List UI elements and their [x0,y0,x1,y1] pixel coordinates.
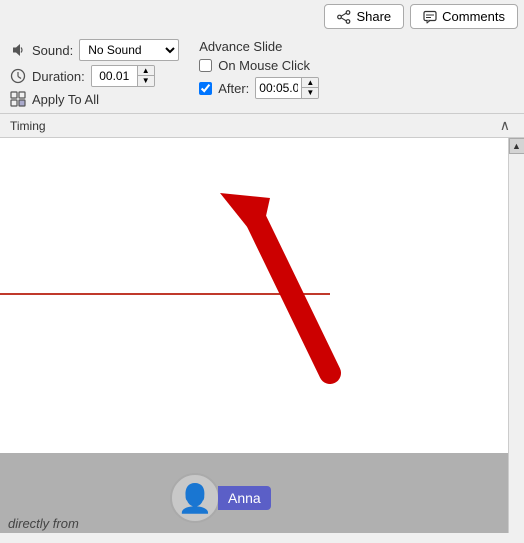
sound-select[interactable]: No Sound [79,39,179,61]
user-avatar: 👤 [170,473,220,523]
slide-scrollbar: ▲ [508,138,524,533]
comments-label: Comments [442,9,505,24]
duration-spinner[interactable]: 00.01 ▲ ▼ [91,65,155,87]
duration-input[interactable]: 00.01 [92,66,137,86]
duration-row: Duration: 00.01 ▲ ▼ [10,65,179,87]
share-button[interactable]: Share [324,4,404,29]
user-bubble: 👤 Anna [170,473,271,523]
timing-panel: Sound: No Sound Duration: 00.01 ▲ ▼ [0,33,524,107]
after-arrows: ▲ ▼ [301,78,318,98]
sound-row: Sound: No Sound [10,39,179,61]
left-controls: Sound: No Sound Duration: 00.01 ▲ ▼ [10,39,179,107]
share-bar: Share Comments [0,0,524,33]
on-mouse-click-row: On Mouse Click [199,58,319,73]
right-controls: Advance Slide On Mouse Click After: 00:0… [199,39,319,99]
duration-up-arrow[interactable]: ▲ [138,66,154,76]
duration-label: Duration: [32,69,85,84]
user-avatar-icon: 👤 [178,482,213,515]
after-spinner[interactable]: 00:05.00 ▲ ▼ [255,77,319,99]
slide-canvas: directly from 👤 Anna [0,138,508,533]
share-icon [337,10,351,24]
comments-button[interactable]: Comments [410,4,518,29]
sound-label: Sound: [32,43,73,58]
after-down-arrow[interactable]: ▼ [302,88,318,98]
duration-down-arrow[interactable]: ▼ [138,76,154,86]
on-mouse-click-checkbox[interactable] [199,59,212,72]
bottom-text: directly from [0,516,79,531]
after-up-arrow[interactable]: ▲ [302,78,318,88]
apply-label: Apply To All [32,92,99,107]
slide-area: directly from 👤 Anna ▲ [0,138,524,533]
red-line [0,293,330,295]
timing-label-bar: Timing ∧ [0,113,524,137]
scroll-up-button[interactable]: ▲ [509,138,524,154]
duration-arrows: ▲ ▼ [137,66,154,86]
collapse-button[interactable]: ∧ [496,117,514,134]
clock-icon [10,68,26,84]
after-checkbox[interactable] [199,82,212,95]
timing-label: Timing [10,119,46,133]
after-label: After: [218,81,249,96]
share-label: Share [356,9,391,24]
user-area: directly from 👤 Anna [0,453,508,533]
user-name-badge: Anna [218,486,271,510]
arrow-annotation [200,188,370,388]
sound-icon [10,42,26,58]
on-mouse-click-label: On Mouse Click [218,58,310,73]
advance-title: Advance Slide [199,39,319,54]
apply-row: Apply To All [10,91,179,107]
comments-icon [423,10,437,24]
apply-icon [10,91,26,107]
after-row: After: 00:05.00 ▲ ▼ [199,77,319,99]
toolbar-area: Share Comments Sound: No So [0,0,524,138]
after-input[interactable]: 00:05.00 [256,78,301,98]
